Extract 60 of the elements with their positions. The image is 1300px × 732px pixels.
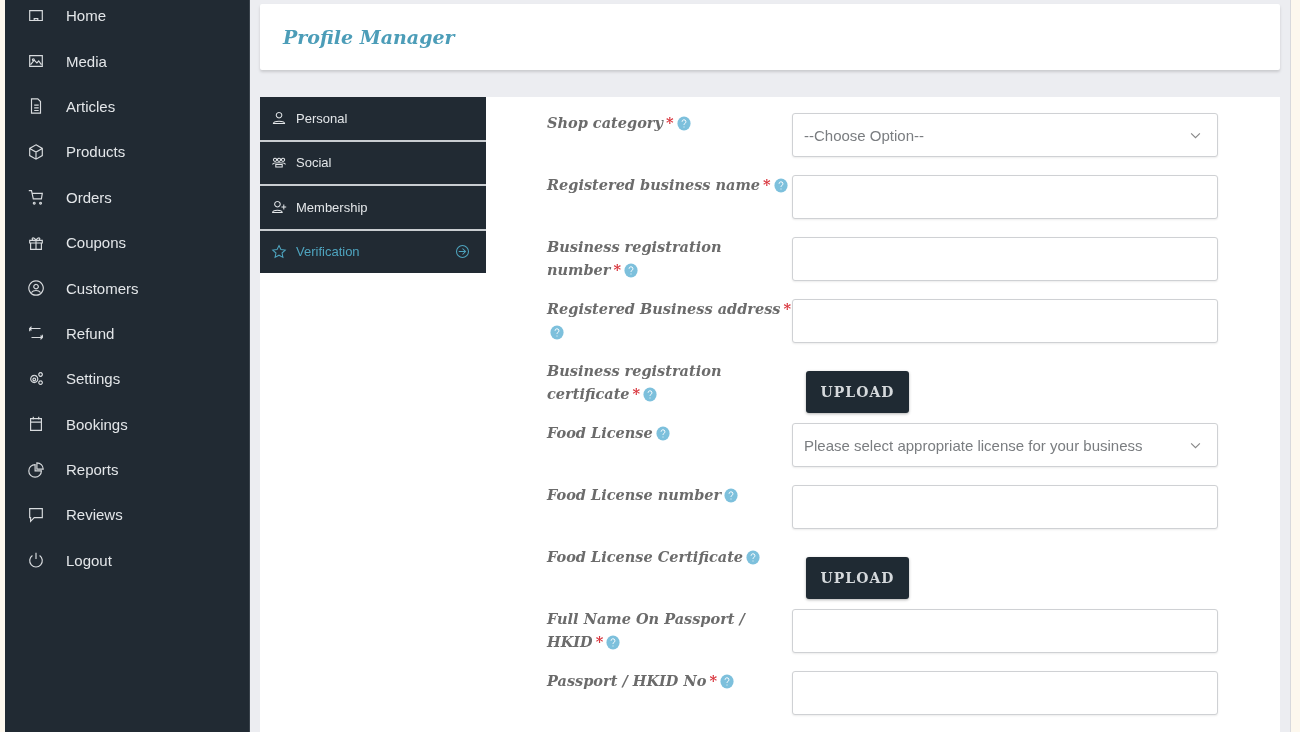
field-label: Registered Business address * [547, 297, 792, 343]
sidebar-item[interactable]: Orders [5, 174, 249, 220]
user-plus-icon [271, 199, 287, 216]
input-field[interactable] [792, 237, 1218, 281]
help-icon[interactable] [655, 426, 670, 441]
sidebar-item[interactable]: Home [5, 0, 249, 39]
sidebar-item[interactable]: Products [5, 129, 249, 175]
sidebar-item[interactable]: Bookings [5, 401, 249, 447]
chevron-down-icon [1190, 131, 1201, 139]
field-label: Business registration number * [547, 237, 723, 280]
input-field[interactable] [792, 609, 1218, 653]
sidebar-item[interactable]: Articles [5, 83, 249, 130]
input-field[interactable] [792, 299, 1218, 343]
sidebar-item[interactable]: Reports [5, 446, 249, 493]
help-icon[interactable] [720, 674, 734, 689]
user-icon [271, 110, 287, 127]
sidebar-item[interactable]: Reviews [5, 492, 249, 538]
help-icon[interactable] [746, 550, 761, 565]
tab[interactable]: Social [260, 141, 486, 184]
chevron-down-icon [1190, 441, 1201, 449]
field-label: Food License Certificate [547, 545, 792, 591]
help-icon[interactable] [773, 178, 788, 193]
field-label: Passport / HKID No * [547, 669, 792, 715]
pie-chart-icon [27, 460, 45, 479]
page-title: Profile Manager [283, 26, 455, 48]
sidebar-item[interactable]: Media [5, 38, 249, 84]
star-icon [271, 243, 287, 260]
sidebar-item[interactable]: Logout [5, 537, 249, 584]
calendar-icon [27, 415, 45, 434]
input-field[interactable] [792, 485, 1218, 529]
input-field[interactable] [792, 175, 1218, 219]
tab[interactable]: Verification [260, 230, 486, 273]
power-icon [27, 551, 45, 570]
help-icon[interactable] [676, 116, 691, 131]
input-field[interactable] [792, 671, 1218, 715]
cart-icon [27, 188, 45, 207]
help-icon[interactable] [643, 387, 658, 402]
field-label: Shop category * [547, 111, 792, 157]
sidebar-item[interactable]: Settings [5, 356, 249, 402]
help-icon[interactable] [724, 488, 739, 503]
field-label: Full Name On Passport / HKID * [547, 609, 747, 652]
field-label: Business registration certificate * [547, 361, 723, 404]
select-field[interactable]: --Choose Option-- [792, 113, 1218, 157]
field-label: Food License [547, 421, 792, 467]
field-label: Food License number [547, 483, 792, 529]
sidebar-item[interactable]: Coupons [5, 219, 249, 266]
speech-bubble-icon [27, 506, 45, 524]
box-icon [27, 142, 45, 161]
upload-button[interactable]: UPLOAD [806, 557, 909, 599]
sidebar-item[interactable]: Refund [5, 310, 249, 357]
help-icon[interactable] [624, 263, 639, 278]
select-field[interactable]: Please select appropriate license for your business [792, 423, 1218, 467]
help-icon[interactable] [550, 325, 564, 340]
upload-button[interactable]: UPLOAD [806, 371, 909, 413]
sidebar-item[interactable]: Customers [5, 265, 249, 311]
arrow-circle-icon [455, 244, 470, 260]
tab[interactable]: Membership [260, 186, 486, 229]
tab[interactable]: Personal [260, 97, 486, 140]
field-label: Registered business name * [547, 173, 792, 219]
help-icon[interactable] [606, 635, 621, 650]
